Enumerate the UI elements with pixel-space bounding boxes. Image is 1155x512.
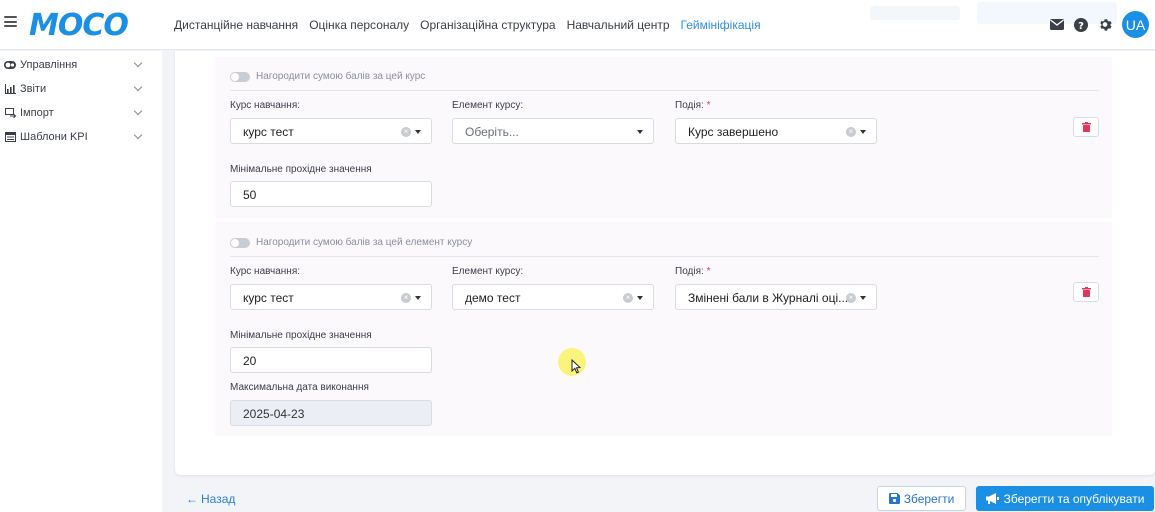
template-icon (4, 132, 16, 142)
help-icon[interactable]: ? (1074, 17, 1088, 32)
sidebar-item-label: Імпорт (20, 107, 54, 119)
course-label: Курс навчання: (230, 266, 301, 277)
nav-item-assessment[interactable]: Оцінка персоналу (309, 18, 409, 32)
element-select[interactable]: демо тест × (452, 284, 654, 310)
event-select-value: Змінені бали в Журналі оці... (688, 291, 849, 305)
sidebar-item-management[interactable]: Управління (4, 56, 154, 74)
delete-button[interactable] (1073, 117, 1099, 137)
sidebar-item-kpi-templates[interactable]: Шаблони KPI (4, 128, 154, 146)
max-date-input[interactable]: 2025-04-23 (230, 400, 432, 426)
nav-item-org-structure[interactable]: Організаційна структура (420, 18, 555, 32)
clear-icon[interactable]: × (401, 293, 411, 303)
clear-icon[interactable]: × (401, 127, 411, 137)
element-label: Елемент курсу: (452, 266, 524, 277)
award-toggle-label: Нагородити сумою балів за цей курс (256, 71, 426, 82)
back-link[interactable]: ← Назад (186, 492, 235, 506)
sidebar-item-reports[interactable]: Звіти (4, 80, 154, 98)
clear-icon[interactable]: × (623, 293, 633, 303)
save-and-publish-button[interactable]: Зберегти та опублікувати (976, 486, 1154, 511)
language-button[interactable]: UA (1122, 11, 1149, 38)
chevron-down-icon (133, 58, 143, 68)
course-label: Курс навчання: (230, 100, 301, 111)
divider (230, 256, 1099, 257)
award-toggle-label: Нагородити сумою балів за цей елемент ку… (256, 237, 473, 248)
caret-down-icon (637, 296, 643, 300)
chart-icon (4, 84, 16, 94)
save-button[interactable]: Зберегти (877, 486, 966, 511)
event-label: Подія: * (675, 266, 710, 277)
import-icon (4, 108, 16, 118)
event-select-value: Курс завершено (688, 125, 779, 139)
min-value-label: Мінімальне прохідне значення (230, 330, 372, 341)
caret-down-icon (637, 130, 643, 134)
header-actions: ? UA (1050, 11, 1149, 38)
arrow-left-icon: ← (186, 492, 198, 506)
award-toggle-row: Нагородити сумою балів за цей елемент ку… (230, 237, 472, 248)
event-label: Подія: * (675, 100, 710, 111)
award-toggle[interactable] (230, 237, 250, 248)
trash-icon (1081, 287, 1091, 297)
chevron-down-icon (133, 130, 143, 140)
sidebar-item-label: Управління (20, 59, 78, 71)
floppy-disk-icon (888, 493, 900, 504)
divider (230, 90, 1099, 91)
course-select-value: курс тест (243, 291, 294, 305)
mouse-cursor-icon (571, 359, 581, 374)
back-label: Назад (201, 492, 236, 506)
nav-item-gamification[interactable]: Геймініфікація (681, 18, 761, 32)
course-select-value: курс тест (243, 125, 294, 139)
chevron-down-icon (133, 82, 143, 92)
megaphone-icon (985, 493, 999, 504)
course-select[interactable]: курс тест × (230, 284, 432, 310)
condition-block: Нагородити сумою балів за цей курс Курс … (215, 57, 1112, 218)
element-label: Елемент курсу: (452, 100, 524, 111)
event-select[interactable]: Курс завершено × (675, 118, 877, 144)
caret-down-icon (860, 296, 866, 300)
caret-down-icon (415, 130, 421, 134)
event-label-text: Подія: (675, 100, 704, 111)
logo[interactable]: MOCO (29, 8, 129, 43)
event-select[interactable]: Змінені бали в Журналі оці... × (675, 284, 877, 310)
sidebar-item-label: Шаблони KPI (20, 131, 88, 143)
mail-icon[interactable] (1050, 18, 1064, 32)
sidebar-item-import[interactable]: Імпорт (4, 104, 154, 122)
caret-down-icon (860, 130, 866, 134)
required-marker: * (706, 100, 711, 111)
menu-icon[interactable] (4, 16, 17, 27)
required-marker: * (706, 266, 711, 277)
svg-text:?: ? (1078, 21, 1084, 32)
event-label-text: Подія: (675, 266, 704, 277)
toggle-icon (4, 60, 16, 70)
save-label: Зберегти (903, 491, 955, 506)
award-toggle-row: Нагородити сумою балів за цей курс (230, 71, 425, 82)
publish-label: Зберегти та опублікувати (1003, 491, 1145, 506)
caret-down-icon (415, 296, 421, 300)
top-bar: MOCO Дистанційне навчання Оцінка персона… (0, 0, 1155, 50)
min-value-input[interactable]: 20 (230, 347, 432, 373)
max-date-label: Максимальна дата виконання (230, 382, 369, 393)
gear-icon[interactable] (1098, 18, 1112, 32)
element-select[interactable]: Оберіть... (452, 118, 654, 144)
nav-item-training-center[interactable]: Навчальний центр (567, 18, 670, 32)
element-select-placeholder: Оберіть... (465, 125, 519, 139)
condition-block: Нагородити сумою балів за цей елемент ку… (215, 222, 1112, 436)
chevron-down-icon (133, 106, 143, 116)
element-select-value: демо тест (465, 291, 521, 305)
sidebar: Управління Звіти Імпорт Шаблони KPI (0, 51, 162, 512)
award-toggle[interactable] (230, 71, 250, 82)
faded-header-element (870, 6, 960, 20)
min-value-input[interactable]: 50 (230, 181, 432, 207)
clear-icon[interactable]: × (846, 293, 856, 303)
nav-item-distance-learning[interactable]: Дистанційне навчання (174, 18, 298, 32)
main-nav: Дистанційне навчання Оцінка персоналу Ор… (174, 18, 761, 32)
clear-icon[interactable]: × (846, 127, 856, 137)
course-select[interactable]: курс тест × (230, 118, 432, 144)
sidebar-item-label: Звіти (20, 83, 47, 95)
trash-icon (1081, 122, 1091, 132)
delete-button[interactable] (1073, 282, 1099, 302)
min-value-label: Мінімальне прохідне значення (230, 164, 372, 175)
